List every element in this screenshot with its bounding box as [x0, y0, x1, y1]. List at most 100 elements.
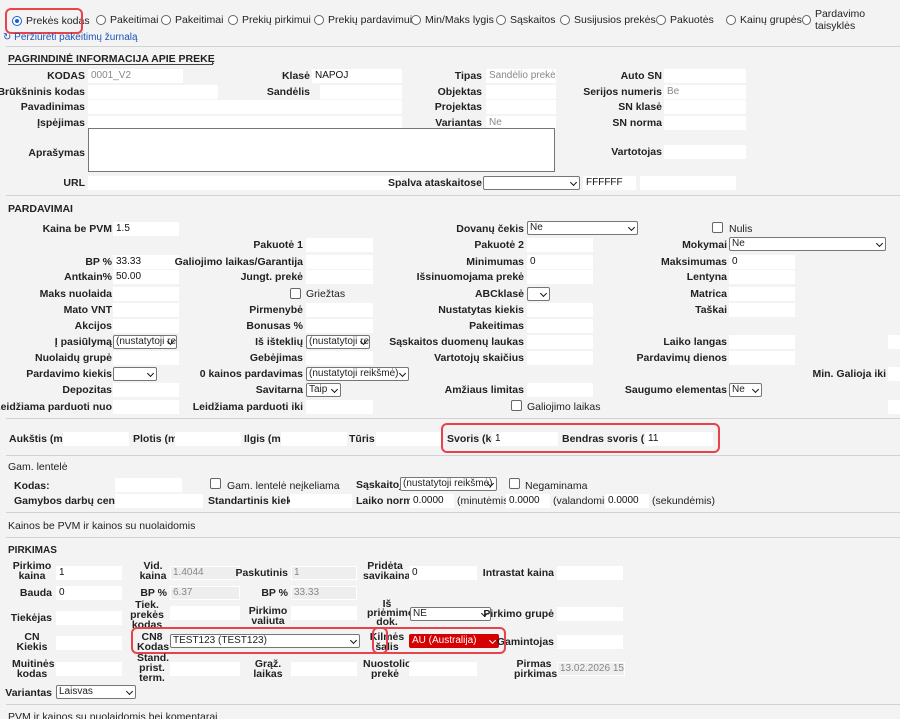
- negaminama-checkbox[interactable]: [509, 478, 520, 489]
- intrastat-field[interactable]: [557, 566, 623, 580]
- galiojimo-laikas-field[interactable]: [306, 255, 373, 269]
- gamybos-centras-field[interactable]: [115, 494, 203, 508]
- laiko-langas-extra-field[interactable]: [888, 335, 900, 349]
- bauda-field[interactable]: 0: [56, 586, 122, 600]
- gam-neikeliama-checkbox[interactable]: [210, 478, 221, 489]
- projektas-field[interactable]: [486, 100, 556, 114]
- paskutinis-field[interactable]: 1: [291, 566, 357, 580]
- gebejimas-field[interactable]: [306, 351, 373, 365]
- variantas-select[interactable]: Laisvas: [56, 685, 136, 699]
- serijos-numeris-field[interactable]: Be: [664, 85, 746, 99]
- klase-field[interactable]: NAPOJ: [312, 69, 402, 83]
- leidziama-nuo-field[interactable]: [113, 400, 179, 414]
- pirmas-pirkimas-field[interactable]: 13.02.2026 15:1: [557, 662, 625, 676]
- galiojimo-extra-field[interactable]: [888, 400, 900, 414]
- plotis-field[interactable]: [175, 432, 241, 446]
- stand-prist-term-field[interactable]: [170, 662, 240, 676]
- abc-klase-select[interactable]: [527, 287, 550, 301]
- pirkimo-valiuta-field[interactable]: [291, 606, 357, 620]
- tipas-field[interactable]: Sandėlio prekė: [486, 69, 556, 83]
- nulis-checkbox[interactable]: [712, 222, 723, 233]
- minimumas-field[interactable]: 0: [527, 255, 593, 269]
- antkainis-field[interactable]: 50.00: [113, 270, 179, 284]
- auto-sn-field[interactable]: [664, 69, 746, 83]
- issinuomojama-field[interactable]: [527, 270, 593, 284]
- laiko-norma-min-field[interactable]: 0.0000: [410, 494, 454, 508]
- is-istekliu-select[interactable]: (nustatytoji reikšmė): [306, 335, 370, 349]
- grieztas-checkbox[interactable]: [290, 288, 301, 299]
- bonusas-field[interactable]: [306, 319, 373, 333]
- pakeitimas-field[interactable]: [527, 319, 593, 333]
- saskaitoje-select[interactable]: (nustatytoji reikšmė): [400, 477, 497, 491]
- vartotoju-skaicius-field[interactable]: [527, 351, 593, 365]
- savitarna-select[interactable]: Taip: [306, 383, 341, 397]
- tab-kainu-grupes[interactable]: Kainų grupės: [722, 10, 806, 30]
- pavadinimas-field[interactable]: [88, 100, 402, 114]
- mokymai-select[interactable]: Ne: [729, 237, 886, 251]
- taskai-field[interactable]: [729, 303, 795, 317]
- tab-prekiu-pirkimui[interactable]: Prekių pirkimui: [224, 10, 315, 30]
- objektas-field[interactable]: [486, 85, 556, 99]
- bp-2-field[interactable]: 33.33: [291, 586, 357, 600]
- tiekejas-field[interactable]: [56, 611, 122, 625]
- matrica-field[interactable]: [729, 287, 795, 301]
- history-link[interactable]: ↻ Peržiūrėti pakeitimų žurnalą: [3, 32, 138, 43]
- pirkimo-kaina-field[interactable]: 1: [56, 566, 122, 580]
- jungt-preke-field[interactable]: [306, 270, 373, 284]
- is-priemimo-select[interactable]: NE: [410, 607, 491, 621]
- laiko-norma-val-field[interactable]: 0.0000: [506, 494, 550, 508]
- graz-laikas-field[interactable]: [291, 662, 357, 676]
- spalva-select[interactable]: [483, 176, 580, 190]
- 0-kainos-select[interactable]: (nustatytoji reikšmė): [306, 367, 409, 381]
- nustatytas-kiekis-field[interactable]: [527, 303, 593, 317]
- saugumo-elementas-select[interactable]: Ne: [729, 383, 762, 397]
- laiko-norma-sek-field[interactable]: 0.0000: [605, 494, 649, 508]
- bp-field[interactable]: 33.33: [113, 255, 179, 269]
- tab-susijusios[interactable]: Susijusios prekės: [556, 10, 660, 30]
- vid-kaina-field[interactable]: 1.4044: [170, 566, 240, 580]
- maksimumas-field[interactable]: 0: [729, 255, 795, 269]
- kodas-field[interactable]: 0001_V2: [88, 69, 183, 83]
- bruksninis-kodas-field[interactable]: [88, 85, 218, 99]
- sn-klase-field[interactable]: [664, 100, 746, 114]
- muitines-kodas-field[interactable]: [56, 662, 122, 676]
- sandelis-field[interactable]: [320, 85, 402, 99]
- vartotojas-field[interactable]: [664, 145, 746, 159]
- tab-min-maks[interactable]: Min/Maks lygis: [407, 10, 498, 30]
- lentyna-field[interactable]: [729, 270, 795, 284]
- gamintojas-field[interactable]: [557, 635, 623, 649]
- gam-kodas-field[interactable]: [115, 478, 182, 492]
- galiojimo-laikas-checkbox[interactable]: [511, 400, 522, 411]
- pardavimu-dienos-field[interactable]: [729, 351, 795, 365]
- akcijos-field[interactable]: [113, 319, 179, 333]
- spalva-hex-field[interactable]: FFFFFF: [583, 176, 636, 190]
- depozitas-field[interactable]: [113, 383, 179, 397]
- tab-pakeitimai-2[interactable]: Pakeitimai: [157, 10, 227, 30]
- tab-pakeitimai-1[interactable]: Pakeitimai: [92, 10, 162, 30]
- aprasymas-textarea[interactable]: [88, 128, 555, 172]
- nuolaidu-grupe-field[interactable]: [113, 351, 179, 365]
- ilgis-field[interactable]: [281, 432, 347, 446]
- turis-field[interactable]: [376, 432, 442, 446]
- mato-vnt-field[interactable]: [113, 303, 179, 317]
- dovanu-cekis-select[interactable]: Ne: [527, 221, 638, 235]
- pardavimo-kiekis-select[interactable]: [113, 367, 157, 381]
- maks-nuolaida-field[interactable]: [113, 287, 179, 301]
- pirkimo-grupe-field[interactable]: [557, 607, 623, 621]
- min-galioja-iki-field[interactable]: [888, 367, 900, 381]
- laiko-langas-field[interactable]: [729, 335, 795, 349]
- saskaitos-laukas-field[interactable]: [527, 335, 593, 349]
- pirmenybe-field[interactable]: [306, 303, 373, 317]
- pakuote-1-field[interactable]: [306, 238, 373, 252]
- tiek-prekes-kodas-field[interactable]: [170, 606, 240, 620]
- url-field[interactable]: [88, 176, 400, 190]
- aukstis-field[interactable]: [63, 432, 129, 446]
- amziaus-limitas-field[interactable]: [527, 383, 593, 397]
- standartinis-kiekis-field[interactable]: [290, 494, 352, 508]
- kaina-be-pvm-field[interactable]: 1.5: [113, 222, 179, 236]
- pakuote-2-field[interactable]: [527, 238, 593, 252]
- cn-kiekis-field[interactable]: [56, 636, 122, 650]
- i-pasiulyma-select[interactable]: (nustatytoji reikšmė): [113, 335, 177, 349]
- sn-norma-field[interactable]: [664, 116, 746, 130]
- prideta-savikaina-field[interactable]: 0: [409, 566, 477, 580]
